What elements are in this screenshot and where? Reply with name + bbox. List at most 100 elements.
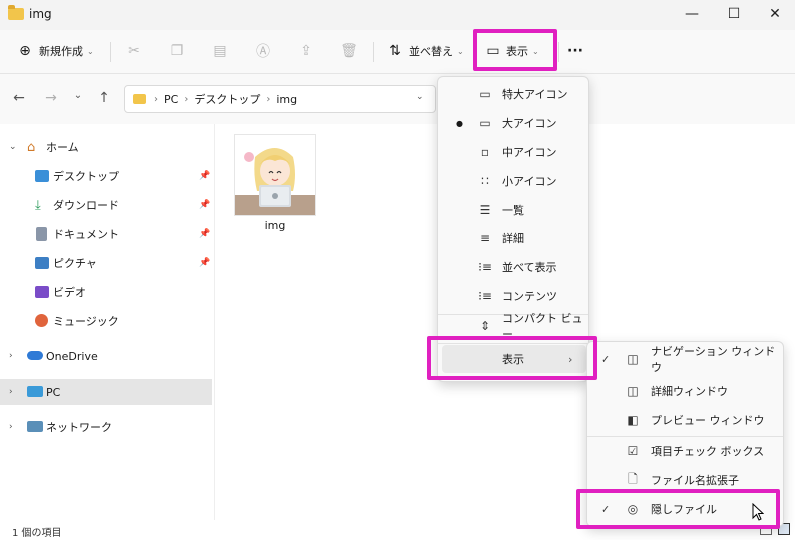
preview-pane-icon: ◧ xyxy=(627,413,639,427)
sidebar-item-label: ホーム xyxy=(46,141,79,154)
toolbar-divider xyxy=(373,42,374,62)
breadcrumb-desktop[interactable]: デスクトップ xyxy=(194,91,260,107)
monitor-icon: ▫ xyxy=(480,145,490,159)
breadcrumb-img[interactable]: img xyxy=(276,93,297,106)
menu-item-tiles[interactable]: ⁝≡ 並べて表示 xyxy=(442,253,586,281)
picture-icon xyxy=(35,257,49,269)
share-button[interactable]: ⇪ xyxy=(297,36,315,66)
desktop-icon xyxy=(35,170,49,182)
sidebar-item-pictures[interactable]: ピクチャ 📌 xyxy=(0,250,212,276)
maximize-button[interactable]: ☐ xyxy=(719,3,749,25)
sidebar-item-network[interactable]: › ネットワーク xyxy=(0,414,212,440)
highlight-show-item xyxy=(427,336,597,380)
back-arrow-icon[interactable]: ← xyxy=(8,90,30,110)
recent-chevron-icon[interactable]: ⌄ xyxy=(67,90,89,110)
sidebar-item-documents[interactable]: ドキュメント 📌 xyxy=(0,221,212,247)
close-button[interactable]: ✕ xyxy=(760,3,790,25)
menu-item-label: 中アイコン xyxy=(502,146,557,159)
menu-item-label: 項目チェック ボックス xyxy=(651,445,765,458)
sidebar-item-label: ピクチャ xyxy=(53,257,97,270)
breadcrumb-pc[interactable]: PC xyxy=(164,93,178,106)
sidebar-item-home[interactable]: ⌄ ⌂ ホーム xyxy=(0,134,212,160)
expand-chevron-icon[interactable]: › xyxy=(9,351,13,361)
rename-icon: Ⓐ xyxy=(256,44,270,60)
illustration-thumbnail xyxy=(235,135,315,215)
home-icon: ⌂ xyxy=(27,140,36,155)
chevron-down-icon: ⌄ xyxy=(87,46,94,56)
sidebar-item-videos[interactable]: ビデオ xyxy=(0,279,212,305)
menu-item-large-icons[interactable]: ● ▭ 大アイコン xyxy=(442,109,586,137)
title-bar: img — ☐ ✕ xyxy=(0,0,795,30)
sidebar-item-onedrive[interactable]: › OneDrive xyxy=(0,343,212,369)
new-button[interactable]: ⊕ 新規作成 ⌄ xyxy=(16,36,94,66)
menu-item-small-icons[interactable]: ∷ 小アイコン xyxy=(442,167,586,195)
address-bar[interactable]: › PC › デスクトップ › img xyxy=(124,85,436,113)
menu-item-content[interactable]: ⁝≡ コンテンツ xyxy=(442,282,586,310)
rename-button[interactable]: Ⓐ xyxy=(254,36,272,66)
sidebar-item-pc[interactable]: › PC xyxy=(0,379,212,405)
item-count: 1 個の項目 xyxy=(12,528,62,539)
expand-chevron-icon[interactable]: › xyxy=(9,387,13,397)
menu-item-label: コンテンツ xyxy=(502,290,557,303)
monitor-icon: ▭ xyxy=(479,116,491,130)
content-icon: ⁝≡ xyxy=(478,289,492,303)
menu-item-details[interactable]: ≡ 詳細 xyxy=(442,224,586,252)
sidebar-item-label: ドキュメント xyxy=(53,228,119,241)
sidebar-item-label: PC xyxy=(46,385,61,399)
chevron-down-icon: ⌄ xyxy=(457,46,464,56)
more-options-button[interactable]: ··· xyxy=(567,36,583,66)
highlight-hidden-files xyxy=(576,489,780,529)
menu-item-preview-pane[interactable]: ◧ プレビュー ウィンドウ xyxy=(591,406,781,434)
menu-item-details-pane[interactable]: ◫ 詳細ウィンドウ xyxy=(591,377,781,405)
plus-circle-icon: ⊕ xyxy=(19,43,31,59)
expand-chevron-icon[interactable]: › xyxy=(9,422,13,432)
menu-item-label: 詳細ウィンドウ xyxy=(651,385,728,398)
toolbar-divider xyxy=(558,42,559,62)
command-bar: ⊕ 新規作成 ⌄ ✂ ❐ ▤ Ⓐ ⇪ 🗑 ⇅ 並べ替え ⌄ ▭ 表示 ⌄ ··· xyxy=(0,30,795,74)
menu-item-label: 大アイコン xyxy=(502,117,557,130)
video-icon xyxy=(35,286,49,298)
toolbar-divider xyxy=(110,42,111,62)
address-row: ← → ⌄ ↑ › PC › デスクトップ › img ⌄ xyxy=(0,74,795,124)
network-icon xyxy=(27,421,43,432)
menu-item-navigation-pane[interactable]: ✓ ◫ ナビゲーション ウィンドウ xyxy=(591,345,781,374)
checkbox-icon: ☑ xyxy=(627,444,639,458)
menu-item-label: 一覧 xyxy=(502,204,524,217)
menu-item-label: ナビゲーション ウィンドウ xyxy=(651,345,776,374)
sidebar-item-desktop[interactable]: デスクトップ 📌 xyxy=(0,163,212,189)
delete-button[interactable]: 🗑 xyxy=(340,36,358,66)
file-icon: 🗋 xyxy=(628,471,638,486)
music-icon xyxy=(35,314,48,327)
address-dropdown-icon[interactable]: ⌄ xyxy=(416,92,424,102)
cloud-icon xyxy=(27,351,43,360)
paste-button[interactable]: ▤ xyxy=(211,36,229,66)
menu-item-medium-icons[interactable]: ▫ 中アイコン xyxy=(442,138,586,166)
pane-icon: ◫ xyxy=(627,384,639,398)
breadcrumb-chevron-icon: › xyxy=(154,93,158,105)
computer-icon xyxy=(27,386,43,397)
selected-dot-icon: ● xyxy=(456,118,463,128)
expand-chevron-icon[interactable]: ⌄ xyxy=(9,142,17,152)
folder-icon xyxy=(133,94,146,104)
up-arrow-icon[interactable]: ↑ xyxy=(93,90,115,110)
menu-item-extra-large-icons[interactable]: ▭ 特大アイコン xyxy=(442,80,586,108)
menu-item-checkboxes[interactable]: ☑ 項目チェック ボックス xyxy=(591,437,781,465)
compact-icon: ⇕ xyxy=(479,319,491,333)
scissors-icon: ✂ xyxy=(128,43,140,59)
sidebar-item-downloads[interactable]: ⤓ ダウンロード 📌 xyxy=(0,192,212,218)
checkmark-icon: ✓ xyxy=(601,352,611,366)
download-icon: ⤓ xyxy=(35,198,41,213)
menu-item-label: ファイル名拡張子 xyxy=(651,474,739,487)
file-thumbnail[interactable] xyxy=(234,134,316,216)
menu-item-list[interactable]: ☰ 一覧 xyxy=(442,196,586,224)
window-title: img xyxy=(29,7,52,21)
breadcrumb-chevron-icon: › xyxy=(266,93,271,105)
copy-button[interactable]: ❐ xyxy=(168,36,186,66)
forward-arrow-icon[interactable]: → xyxy=(40,90,62,110)
minimize-button[interactable]: — xyxy=(677,3,707,25)
cut-button[interactable]: ✂ xyxy=(125,36,143,66)
sidebar-item-music[interactable]: ミュージック xyxy=(0,308,212,334)
sort-button[interactable]: ⇅ 並べ替え ⌄ xyxy=(386,36,464,66)
new-label: 新規作成 xyxy=(39,45,83,58)
sidebar-item-label: デスクトップ xyxy=(53,170,119,183)
